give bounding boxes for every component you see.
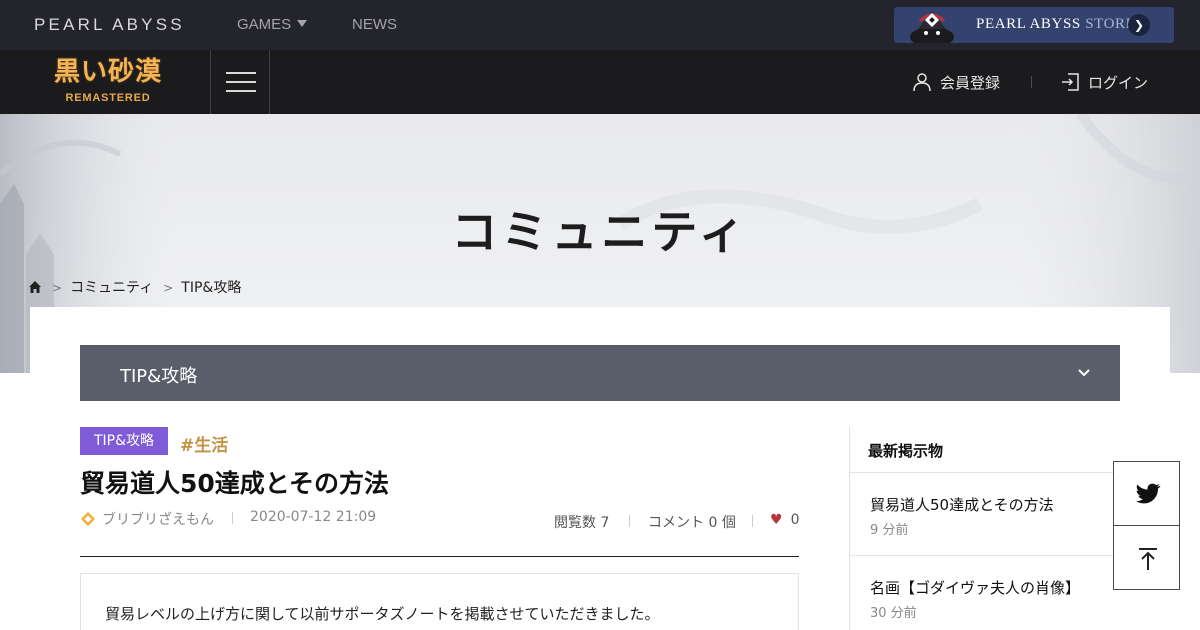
twitter-share-button[interactable] [1113, 461, 1180, 526]
post-title: 貿易道人50達成とその方法 [80, 469, 390, 498]
store-label: PEARL ABYSS STORE [976, 16, 1135, 33]
post-author[interactable]: ブリブリざえもん [80, 509, 214, 529]
sidebar-post-title[interactable]: 貿易道人50達成とその方法 [870, 494, 1054, 515]
twitter-icon [1136, 483, 1161, 504]
user-icon [913, 73, 931, 92]
login-icon [1062, 73, 1079, 91]
post-date: 2020-07-12 21:09 [250, 509, 377, 525]
pearl-abyss-logo[interactable]: PEARL ABYSS [34, 15, 185, 35]
meta-divider [752, 515, 753, 527]
heart-icon: ♥ [770, 512, 783, 528]
store-mascot-icon [910, 11, 954, 43]
author-rank-icon [80, 511, 96, 527]
sidebar-heading: 最新掲示物 [868, 442, 944, 460]
view-count-label: 閲覧数 [554, 515, 596, 531]
news-link[interactable]: NEWS [352, 16, 397, 33]
home-icon[interactable] [28, 280, 42, 294]
post-body-text: 貿易レベルの上げ方に関して以前サポータズノートを掲載させていただきました。 [105, 605, 660, 623]
games-menu-label: GAMES [237, 16, 292, 33]
hashtag-link[interactable]: #生活 [180, 431, 228, 456]
games-menu[interactable]: GAMES [237, 16, 308, 33]
chevron-down-icon [1078, 369, 1090, 377]
like-button[interactable]: ♥ 0 [770, 512, 799, 528]
sidebar-post-time: 30 分前 [870, 606, 917, 621]
sidebar-divider [850, 472, 1120, 473]
chevron-right-icon: > [163, 281, 174, 295]
sidebar-divider [850, 555, 1120, 556]
board-select-label: TIP&攻略 [120, 366, 198, 387]
caret-down-icon [297, 20, 308, 27]
comment-count-unit: 個 [721, 515, 736, 531]
meta-divider [629, 515, 630, 527]
signup-label: 会員登録 [940, 74, 1001, 92]
comment-count[interactable]: コメント 0 個 [648, 512, 736, 532]
author-name: ブリブリざえもん [102, 512, 214, 528]
black-desert-logo[interactable]: 黒い砂漠 REMASTERED [48, 55, 168, 109]
game-logo-main-text: 黒い砂漠 [53, 57, 162, 87]
chevron-right-icon: > [52, 281, 63, 295]
page-title: コミュニティ [451, 205, 749, 259]
store-label-brand: PEARL ABYSS [976, 16, 1081, 32]
sidebar-post-title[interactable]: 名画【ゴダイヴァ夫人の肖像】 [870, 577, 1080, 598]
login-link[interactable]: ログイン [1060, 72, 1148, 93]
meta-divider [232, 512, 233, 524]
breadcrumb: > コミュニティ > TIP&攻略 [28, 277, 241, 297]
chevron-right-icon: ❯ [1128, 14, 1150, 36]
header-divider [1031, 76, 1032, 88]
board-select-dropdown[interactable]: TIP&攻略 [80, 345, 1120, 401]
comment-count-value: 0 [708, 515, 718, 531]
signup-link[interactable]: 会員登録 [912, 72, 1000, 93]
game-header-bar [0, 50, 1200, 114]
hamburger-menu-button[interactable] [210, 50, 270, 114]
game-logo-sub-text: REMASTERED [65, 92, 151, 104]
breadcrumb-community[interactable]: コミュニティ [70, 280, 153, 296]
store-button[interactable]: PEARL ABYSS STORE ❯ [894, 7, 1174, 43]
hamburger-icon [226, 72, 256, 92]
view-count-value: 7 [600, 515, 610, 531]
post-header-divider [80, 556, 799, 557]
like-count: 0 [790, 512, 800, 528]
sidebar-post-time: 9 分前 [870, 523, 909, 538]
login-label: ログイン [1088, 74, 1149, 92]
scroll-to-top-button[interactable] [1113, 525, 1180, 590]
arrow-up-icon [1139, 548, 1157, 570]
category-badge[interactable]: TIP&攻略 [80, 427, 169, 455]
breadcrumb-tip[interactable]: TIP&攻略 [181, 280, 241, 296]
comment-count-label: コメント [648, 515, 704, 531]
view-count: 閲覧数 7 [554, 512, 609, 532]
